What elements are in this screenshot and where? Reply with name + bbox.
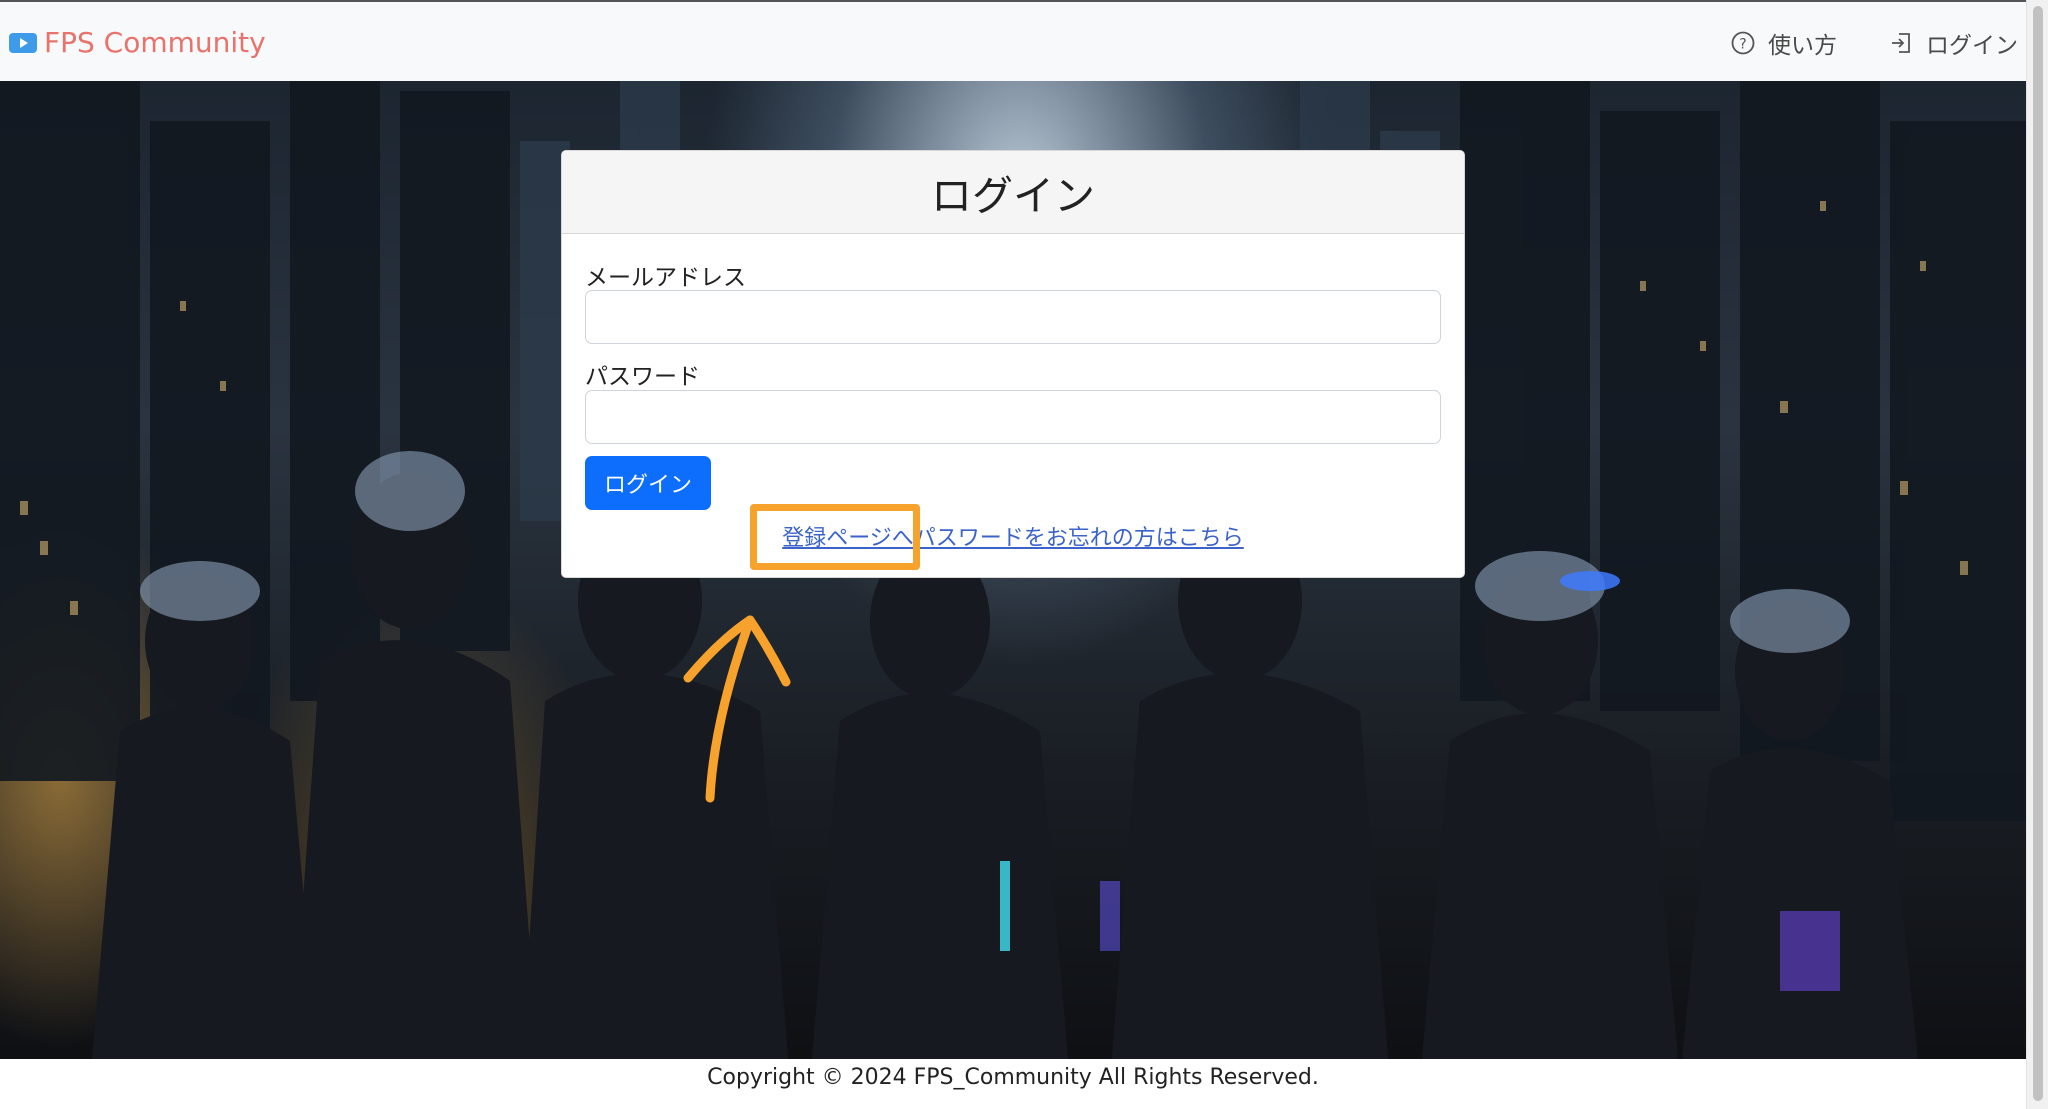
vertical-scrollbar[interactable]: [2026, 0, 2048, 1109]
annotation-highlight-box: [750, 504, 920, 570]
sign-in-icon: [1892, 33, 1910, 53]
copyright-text: Copyright © 2024 FPS_Community All Right…: [707, 1065, 1319, 1090]
email-field[interactable]: [585, 290, 1441, 344]
page-footer: Copyright © 2024 FPS_Community All Right…: [0, 1059, 2026, 1109]
login-submit-button[interactable]: ログイン: [585, 456, 711, 510]
help-link[interactable]: ? 使い方: [1730, 26, 1837, 60]
scrollbar-thumb[interactable]: [2033, 6, 2043, 1101]
svg-text:?: ?: [1739, 37, 1746, 53]
login-form: メールアドレス パスワード ログイン 登録ページへパスワードをお忘れの方はこちら: [561, 150, 1465, 578]
brand-name: FPS Community: [44, 26, 266, 59]
login-nav-label: ログイン: [1926, 33, 2018, 59]
help-link-label: 使い方: [1768, 33, 1837, 59]
login-nav-link[interactable]: ログイン: [1888, 26, 2018, 60]
password-label: パスワード: [585, 364, 700, 390]
top-navbar: FPS Community ? 使い方 ログイン: [0, 0, 2026, 81]
annotation-arrow-icon: [683, 615, 791, 803]
play-badge-icon: [9, 32, 37, 53]
email-label: メールアドレス: [585, 265, 746, 291]
forgot-password-link[interactable]: パスワードをお忘れの方はこちら: [914, 526, 1244, 551]
brand-link[interactable]: FPS Community: [8, 26, 266, 59]
question-circle-icon: ?: [1731, 31, 1755, 55]
auth-links: 登録ページへパスワードをお忘れの方はこちら: [561, 520, 1465, 552]
password-field[interactable]: [585, 390, 1441, 444]
